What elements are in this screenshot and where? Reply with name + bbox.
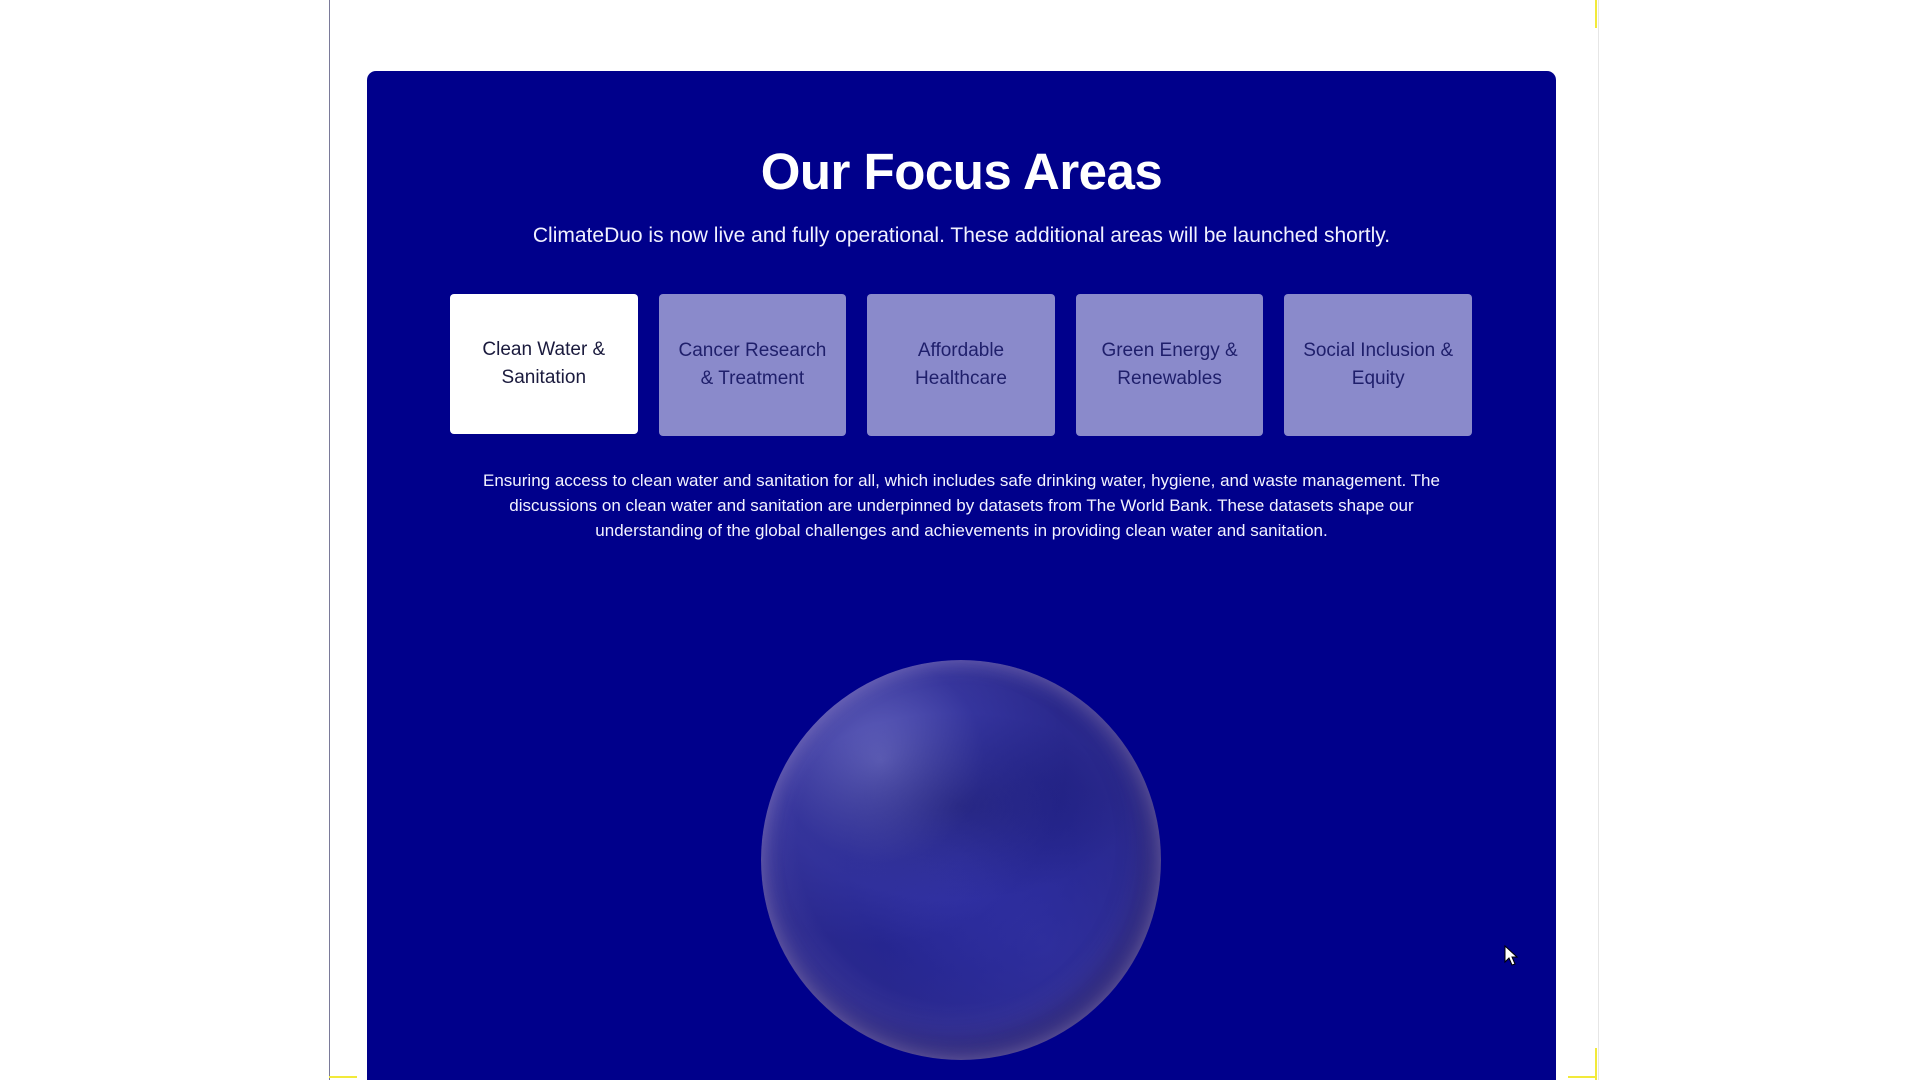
tab-social-inclusion-equity[interactable]: Social Inclusion & Equity: [1284, 294, 1472, 436]
edge-marker: [1595, 0, 1597, 28]
mouse-pointer-icon: [1504, 945, 1519, 966]
focus-area-tabs: Clean Water & Sanitation Cancer Research…: [450, 294, 1472, 436]
tab-affordable-healthcare[interactable]: Affordable Healthcare: [867, 294, 1055, 436]
focus-area-description: Ensuring access to clean water and sanit…: [483, 471, 1440, 540]
section-title: Our Focus Areas: [760, 143, 1163, 200]
tab-clean-water-sanitation[interactable]: Clean Water & Sanitation: [450, 294, 638, 434]
section-subtitle: ClimateDuo is now live and fully operati…: [532, 224, 1391, 247]
edge-marker: [1568, 1076, 1596, 1078]
tab-cancer-research-treatment[interactable]: Cancer Research & Treatment: [658, 294, 847, 436]
tab-green-energy-renewables[interactable]: Green Energy & Renewables: [1075, 294, 1264, 436]
globe-shading: [785, 711, 1135, 901]
edge-marker: [329, 1076, 357, 1078]
focus-areas-section: Our Focus Areas ClimateDuo is now live a…: [367, 71, 1556, 1080]
